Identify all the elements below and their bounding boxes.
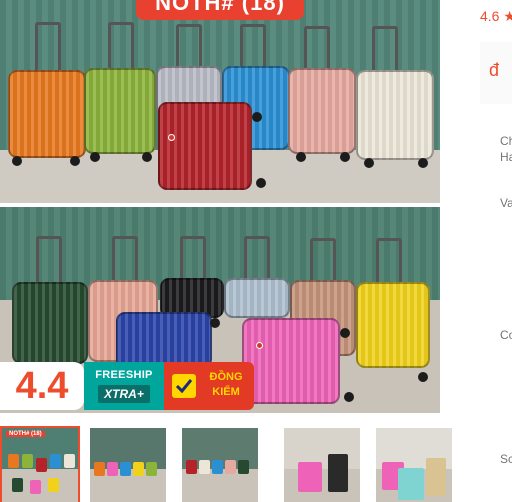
suitcase-navy: [116, 312, 212, 368]
suitcase-wheel: [70, 156, 80, 166]
thumb-suitcase: [133, 462, 144, 476]
suitcase-red: [158, 102, 252, 190]
suitcase-yellow: [356, 282, 430, 368]
thumb-suitcase: [398, 468, 424, 500]
suitcase-wheel: [256, 178, 266, 188]
variant-label: Va: [500, 196, 512, 210]
suitcase-wheel: [364, 158, 374, 168]
suitcase-handle: [372, 26, 398, 72]
product-info-panel: 4.6 ★ đ Ch Ha Va Co Sc: [468, 0, 512, 502]
suitcase-wheel: [90, 152, 100, 162]
verified-label: ĐỒNG KIỂM: [209, 371, 243, 398]
thumb-suitcase: [146, 462, 157, 476]
suitcase-wheel: [210, 318, 220, 328]
thumb-suitcase: [107, 462, 118, 476]
suitcase-dark-green: [12, 282, 88, 364]
thumbnail-4[interactable]: [282, 426, 362, 502]
price-currency: đ: [489, 60, 500, 80]
suitcase-handle: [376, 238, 402, 286]
suitcase-handle: [35, 22, 61, 72]
checkmark-icon: [172, 374, 196, 398]
product-page: NOTH# (18) 4.4 FREESHIP XTRA+ ĐỒNG KIỂM …: [0, 0, 512, 502]
suitcase-handle: [108, 22, 134, 70]
thumb-suitcase: [12, 478, 23, 492]
thumbnail-5[interactable]: [374, 426, 454, 502]
thumb-suitcase: [50, 454, 61, 468]
main-product-image[interactable]: NOTH# (18): [0, 0, 440, 413]
suitcase-wheel: [418, 158, 428, 168]
suitcase-handle: [176, 24, 202, 68]
thumb-suitcase: [298, 462, 322, 492]
suitcase-wheel: [296, 152, 306, 162]
suitcase-green: [84, 68, 156, 154]
thumb-floor: [284, 468, 360, 502]
thumb-suitcase: [328, 454, 348, 492]
suitcase-wheel: [142, 152, 152, 162]
thumb-suitcase: [225, 460, 236, 474]
suitcase-handle: [36, 236, 62, 286]
thumb-suitcase: [64, 454, 75, 468]
product-rating[interactable]: 4.6 ★: [480, 8, 512, 25]
thumbnail-strip: NOTH# (18): [0, 422, 512, 502]
thumb-suitcase: [30, 480, 41, 494]
thumb-suitcase: [36, 458, 47, 472]
thumbnail-1[interactable]: NOTH# (18): [0, 426, 80, 502]
rating-badge: 4.4: [0, 362, 84, 410]
thumb-suitcase: [186, 460, 197, 474]
quantity-label: Sc: [500, 452, 512, 466]
thumb-suitcase: [120, 462, 131, 476]
suitcase-handle: [310, 238, 336, 284]
brand-dot: [168, 134, 175, 141]
suitcase-wheel: [340, 328, 350, 338]
suitcase-handle: [112, 236, 138, 284]
thumb-suitcase: [8, 454, 19, 468]
suitcase-handle: [180, 236, 206, 282]
thumb-title-tag: NOTH# (18): [6, 431, 45, 437]
suitcase-handle: [304, 26, 330, 70]
thumb-suitcase: [426, 458, 446, 496]
info-label: Ha: [500, 150, 512, 164]
xtra-label: XTRA+: [98, 385, 150, 403]
suitcase-wheel: [12, 156, 22, 166]
info-label: Ch: [500, 134, 512, 148]
thumb-wall: [284, 428, 360, 469]
verified-inspection-badge: ĐỒNG KIỂM: [164, 362, 254, 410]
freeship-label: FREESHIP: [95, 369, 153, 381]
thumb-suitcase: [48, 478, 59, 492]
thumb-suitcase: [22, 454, 33, 468]
suitcase-handle: [240, 24, 266, 68]
thumbnail-2[interactable]: [88, 426, 168, 502]
freeship-xtra-badge: FREESHIP XTRA+: [84, 362, 164, 410]
thumb-suitcase: [238, 460, 249, 474]
brand-dot: [256, 342, 263, 349]
suitcase-wheel: [340, 152, 350, 162]
suitcase-light-blue: [224, 278, 290, 318]
suitcase-wheel: [252, 112, 262, 122]
info-label: Co: [500, 328, 512, 342]
thumb-suitcase: [212, 460, 223, 474]
suitcase-pink: [288, 68, 356, 154]
suitcase-handle: [244, 236, 270, 282]
thumb-suitcase: [94, 462, 105, 476]
suitcase-hot-pink: [242, 318, 340, 404]
suitcase-wheel: [418, 372, 428, 382]
suitcase-wheel: [344, 392, 354, 402]
photo-title-banner: NOTH# (18): [136, 0, 304, 20]
thumbnail-3[interactable]: [180, 426, 260, 502]
suitcase-cream: [356, 70, 434, 160]
suitcase-orange: [8, 70, 86, 158]
thumb-suitcase: [199, 460, 210, 474]
